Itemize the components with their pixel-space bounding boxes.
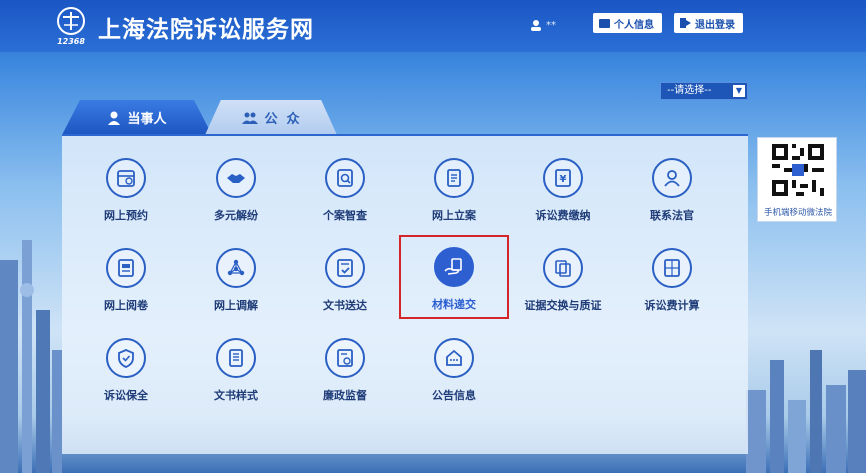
tab-public-label: 公 众: [264, 112, 300, 127]
service-online-appointment[interactable]: 网上预约: [76, 144, 176, 234]
category-select[interactable]: --请选择-- ▼: [660, 82, 748, 100]
services-panel: 网上预约 多元解纷 个案智查 网上立案 ¥ 诉讼费缴纳 联系法官 网上阅卷 网上…: [62, 134, 748, 454]
service-label: 网上阅卷: [104, 299, 148, 312]
service-label: 联系法官: [650, 209, 694, 222]
document-check-icon: [337, 259, 353, 277]
qr-code-icon: [772, 144, 824, 196]
tab-public[interactable]: 公 众: [205, 100, 337, 135]
top-header: 12368 上海法院诉讼服务网 ** 个人信息 退出登录: [0, 0, 866, 52]
service-label: 网上预约: [104, 209, 148, 222]
notice-box-icon: [446, 349, 462, 366]
service-evidence-exchange[interactable]: 证据交换与质证: [513, 234, 613, 324]
service-label: 文书送达: [323, 299, 367, 312]
site-title: 上海法院诉讼服务网: [98, 17, 314, 43]
profile-button[interactable]: 个人信息: [593, 13, 662, 33]
user-area: **: [530, 17, 556, 33]
calendar-icon: [117, 170, 135, 187]
service-label: 诉讼费计算: [644, 299, 700, 312]
evidence-exchange-icon: [555, 260, 571, 277]
service-material-submission[interactable]: 材料递交: [399, 235, 509, 319]
service-icon-circle: [325, 158, 365, 198]
svg-text:¥: ¥: [560, 174, 567, 185]
service-online-mediation[interactable]: 网上调解: [186, 234, 286, 324]
service-label: 诉讼费缴纳: [535, 209, 591, 222]
service-label: 文书样式: [214, 389, 258, 402]
service-label: 网上调解: [214, 299, 258, 312]
service-label: 多元解纷: [214, 209, 258, 222]
service-fee-calculation[interactable]: 诉讼费计算: [622, 234, 722, 324]
chevron-down-icon: ▼: [733, 85, 745, 97]
hand-document-icon: [444, 258, 462, 275]
service-icon-circle: ¥: [543, 158, 583, 198]
service-icon-circle: [434, 158, 474, 198]
city-skyline-right-image: [746, 350, 866, 473]
service-document-delivery[interactable]: 文书送达: [295, 234, 395, 324]
service-label: 证据交换与质证: [524, 299, 602, 312]
integrity-supervision-icon: [337, 349, 353, 367]
handshake-icon: [227, 174, 245, 183]
tab-party-label: 当事人: [127, 112, 167, 127]
service-icon-circle: [106, 248, 146, 288]
file-read-icon: [118, 259, 134, 277]
service-litigation-preservation[interactable]: 诉讼保全: [76, 324, 176, 414]
calculator-icon: [664, 259, 680, 277]
city-skyline-left-image: [0, 240, 62, 473]
id-card-icon: [599, 18, 610, 28]
qr-label: 手机端移动微法院: [763, 208, 832, 218]
service-contact-judge[interactable]: 联系法官: [622, 144, 722, 234]
fee-payment-icon: ¥: [555, 169, 571, 187]
search-doc-icon: [337, 169, 353, 187]
file-edit-icon: [447, 169, 461, 187]
service-icon-circle: [216, 338, 256, 378]
service-online-filing[interactable]: 网上立案: [404, 144, 504, 234]
logout-icon: [680, 18, 691, 28]
service-label: 诉讼保全: [104, 389, 148, 402]
service-dispute-resolution[interactable]: 多元解纷: [186, 144, 286, 234]
service-icon-circle: [543, 248, 583, 288]
service-label: 公告信息: [432, 389, 476, 402]
network-icon: [227, 259, 245, 276]
service-document-templates[interactable]: 文书样式: [186, 324, 286, 414]
user-name: **: [546, 19, 556, 31]
service-label: 个案智查: [323, 209, 367, 222]
service-icon-circle: [106, 338, 146, 378]
service-online-reading[interactable]: 网上阅卷: [76, 234, 176, 324]
mobile-court-qr-card[interactable]: 手机端移动微法院: [757, 137, 837, 222]
logout-button-label: 退出登录: [695, 19, 735, 31]
judge-icon: [664, 170, 680, 187]
service-icon-circle: [216, 248, 256, 288]
service-icon-circle: [434, 247, 474, 287]
user-icon: [531, 20, 541, 31]
tab-party[interactable]: 当事人: [62, 100, 212, 135]
service-case-query[interactable]: 个案智查: [295, 144, 395, 234]
service-icon-circle: [434, 338, 474, 378]
service-icon-circle: [652, 248, 692, 288]
service-label: 网上立案: [432, 209, 476, 222]
select-value: --请选择--: [667, 85, 712, 96]
service-icon-circle: [325, 338, 365, 378]
service-icon-circle: [106, 158, 146, 198]
service-label: 材料递交: [432, 298, 476, 311]
logout-button[interactable]: 退出登录: [674, 13, 743, 33]
service-integrity-supervision[interactable]: 廉政监督: [295, 324, 395, 414]
document-template-icon: [229, 349, 243, 367]
service-label: 廉政监督: [323, 389, 367, 402]
service-icon-circle: [216, 158, 256, 198]
court-logo-icon: 12368: [57, 7, 85, 46]
service-icon-circle: [325, 248, 365, 288]
service-icon-circle: [652, 158, 692, 198]
group-icon: [242, 112, 259, 124]
person-icon: [108, 111, 121, 125]
shield-icon: [118, 349, 134, 368]
profile-button-label: 个人信息: [614, 19, 654, 31]
service-public-notice[interactable]: 公告信息: [404, 324, 504, 414]
service-fee-payment[interactable]: ¥ 诉讼费缴纳: [513, 144, 613, 234]
logo-badge-number: 12368: [57, 37, 85, 46]
